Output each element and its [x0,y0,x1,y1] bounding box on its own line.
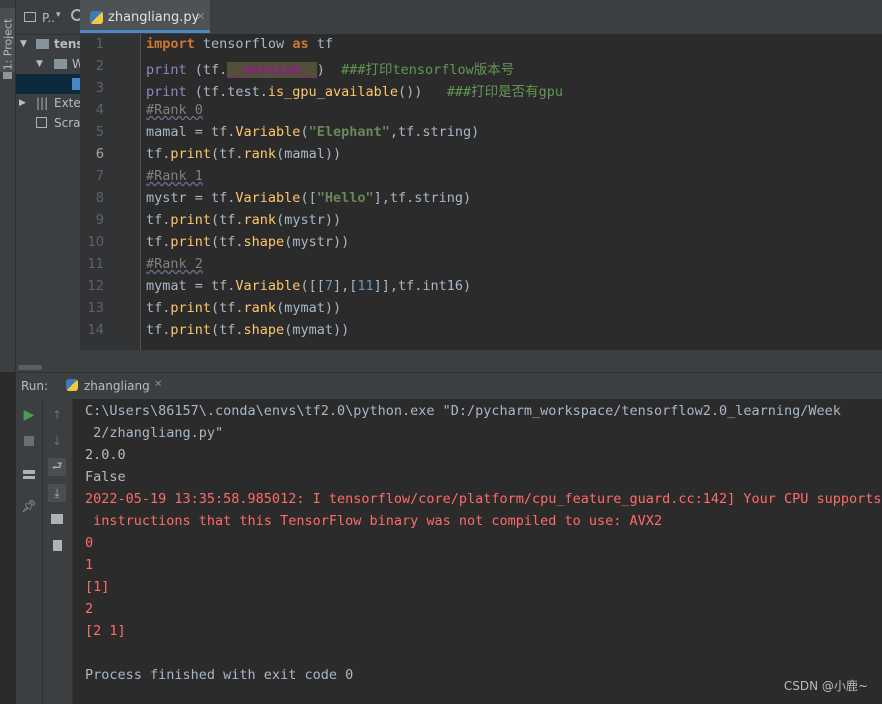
console-line: [2 1] [85,623,126,639]
python-file-icon [90,11,103,24]
code-line: mystr = tf.Variable(["Hello"],tf.string) [146,190,472,206]
code-line: #Rank 2 [146,256,203,272]
console-line: 2.0.0 [85,447,126,463]
chevron-right-icon[interactable]: ▶ [19,93,26,113]
run-label: Run: [21,379,49,393]
code-line: tf.print(tf.rank(mymat)) [146,300,342,316]
code-line: tf.print(tf.rank(mamal)) [146,146,342,162]
line-number: 1 [95,37,104,52]
chevron-down-icon[interactable]: ▼ [36,54,43,74]
stop-icon[interactable] [20,432,38,450]
project-tool-tab-label: 1: Project [1,18,15,71]
tool-window-strip: 1: Project [0,0,16,372]
code-line: tf.print(tf.rank(mystr)) [146,212,342,228]
editor-tab-bar: zhangliang.py ✕ [80,0,882,35]
project-panel: P.. ▾ ▼ tens ▼ W ▶ ||| Exte Scra [16,0,80,372]
run-toolbar-secondary: ↑ ↓ ⮐ ⤓ [43,399,73,704]
close-icon[interactable]: ✕ [196,10,205,23]
console-line: instructions that this TensorFlow binary… [85,513,663,529]
code-line: import tensorflow as tf [146,36,333,52]
code-line: tf.print(tf.shape(mystr)) [146,234,350,250]
trash-icon[interactable] [48,536,66,554]
scroll-to-end-icon[interactable]: ⤓ [48,484,66,502]
editor-gutter: 1 2 3 4 5 6 7 8 9 10 11 12 13 14 [80,34,141,350]
folder-icon [3,72,12,79]
console-line: 1 [85,557,94,573]
line-number: 9 [95,213,104,228]
print-icon[interactable] [48,510,66,528]
project-panel-header: P.. ▾ [16,0,80,35]
line-number: 14 [87,323,104,338]
line-number: 12 [87,279,104,294]
console-line: 2 [85,601,94,617]
console-line: False [85,469,126,485]
tree-item-label: Exte [54,96,80,110]
code-line: mymat = tf.Variable([[7],[11]],tf.int16) [146,278,472,294]
line-number: 13 [87,301,104,316]
console-line: C:\Users\86157\.conda\envs\tf2.0\python.… [85,403,841,419]
tree-item-week-folder[interactable]: ▼ W [16,54,80,74]
scrollbar-thumb[interactable] [18,365,42,370]
line-number: 6 [95,147,104,162]
line-number: 3 [95,81,104,96]
code-line: #Rank 1 [146,168,203,184]
rerun-icon[interactable]: ▶ [20,406,38,424]
tree-item-label: tens [54,37,80,51]
run-tab[interactable]: zhangliang ✕ [60,373,172,399]
project-tool-tab[interactable]: 1: Project [0,8,15,72]
line-number: 8 [95,191,104,206]
code-editor[interactable]: import tensorflow as tf print (tf.__vers… [141,34,882,350]
project-view-icon [24,12,36,22]
code-line: print (tf.test.is_gpu_available()) ###打印… [146,84,564,100]
tree-item-external-libraries[interactable]: ▶ ||| Exte [16,93,80,113]
arrow-up-icon[interactable]: ↑ [48,406,66,424]
soft-wrap-icon[interactable]: ⮐ [48,458,66,476]
line-number: 7 [95,169,104,184]
console-line: 2/zhangliang.py" [85,425,224,441]
line-number: 4 [95,103,104,118]
code-line: tf.print(tf.shape(mymat)) [146,322,350,338]
tree-item-selected-file[interactable] [16,74,80,94]
python-file-icon [66,379,78,391]
code-line: print (tf.__version__) ###打印tensorflow版本… [146,62,515,78]
run-panel-header: Run: zhangliang ✕ [16,373,882,400]
tree-item-label: Scra [54,116,80,130]
line-number: 2 [95,59,104,74]
tree-item-project-root[interactable]: ▼ tens [16,34,80,54]
run-console[interactable]: C:\Users\86157\.conda\envs\tf2.0\python.… [73,399,882,704]
close-icon[interactable]: ✕ [154,379,162,390]
line-number: 10 [87,235,104,250]
run-toolbar-primary: ▶ 📌︎ [16,399,43,704]
run-tab-label: zhangliang [84,379,150,393]
chevron-down-icon[interactable]: ▾ [56,10,61,20]
line-number: 5 [95,125,104,140]
horizontal-scrollbar[interactable] [16,350,882,373]
target-icon[interactable] [71,9,80,21]
code-line: #Rank 0 [146,102,203,118]
console-line: 2022-05-19 13:35:58.985012: I tensorflow… [85,491,882,507]
code-line: mamal = tf.Variable("Elephant",tf.string… [146,124,480,140]
editor-tab-label: zhangliang.py [108,10,200,25]
library-icon: ||| [36,96,49,110]
watermark: CSDN @小鹿~ [783,679,868,693]
layout-icon[interactable] [20,465,38,483]
scratches-icon [36,117,47,128]
tree-item-scratches[interactable]: Scra [16,113,80,133]
console-line: 0 [85,535,94,551]
chevron-down-icon[interactable]: ▼ [20,34,27,54]
project-view-selector[interactable]: P.. [42,11,55,25]
python-file-icon [72,78,80,90]
editor-tab-file[interactable]: zhangliang.py ✕ [80,0,210,33]
line-number: 11 [87,257,104,272]
tree-item-label: W [72,57,80,71]
pin-icon[interactable]: 📌︎ [20,497,38,515]
arrow-down-icon[interactable]: ↓ [48,432,66,450]
console-line: [1] [85,579,110,595]
folder-icon [36,39,49,49]
console-line: Process finished with exit code 0 [85,667,354,683]
folder-icon [54,59,67,69]
